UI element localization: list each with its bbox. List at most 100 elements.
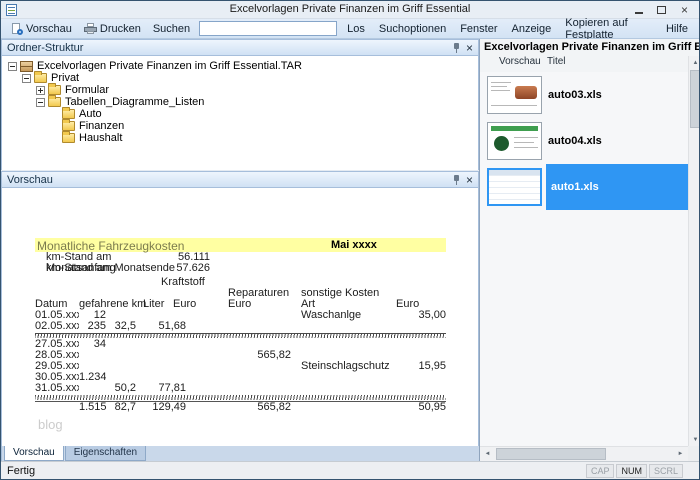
- close-icon: ×: [680, 2, 688, 17]
- tree-item-archive[interactable]: Excelvorlagen Private Finanzen im Griff …: [2, 60, 478, 72]
- statusbar: Fertig CAP NUM SCRL: [1, 461, 699, 479]
- pin-icon[interactable]: [452, 42, 461, 53]
- file-row-auto03[interactable]: auto03.xls: [480, 72, 688, 118]
- tree-item-finanzen[interactable]: Finanzen: [2, 119, 478, 132]
- preview-body: Monatliche Fahrzeugkosten Mai xxxx km-St…: [1, 188, 479, 446]
- tree-item-label: Finanzen: [79, 120, 125, 132]
- anzeige-menu[interactable]: Anzeige: [504, 22, 558, 36]
- search-input[interactable]: [199, 21, 338, 36]
- file-thumbnail[interactable]: [487, 76, 542, 114]
- tree-item-auto[interactable]: Auto: [2, 107, 478, 120]
- km-end-row: km-Stand am Monatsende 57.626: [35, 263, 446, 274]
- squiggle-separator: [35, 333, 446, 338]
- panel-close-icon[interactable]: ×: [466, 174, 473, 186]
- file-name: auto1.xls: [551, 181, 599, 193]
- tree-item-label: Haushalt: [79, 132, 123, 144]
- header-euro-kraftstoff: Euro: [173, 298, 197, 310]
- preview-panel-header: Vorschau ×: [1, 171, 479, 188]
- file-list-column-headers: Vorschau Titel: [480, 56, 699, 72]
- caps-lock-indicator: CAP: [585, 463, 615, 478]
- tab-vorschau[interactable]: Vorschau: [4, 446, 64, 461]
- column-header-titel[interactable]: Titel: [547, 56, 566, 72]
- los-button[interactable]: Los: [340, 22, 372, 36]
- header-liter: Liter: [143, 298, 165, 310]
- file-panel-title: Excelvorlagen Private Finanzen im Griff …: [484, 41, 699, 53]
- horizontal-scroll-track[interactable]: [495, 447, 673, 461]
- maximize-icon: [657, 5, 666, 14]
- column-header-vorschau[interactable]: Vorschau: [499, 56, 547, 72]
- table-row: 27.05.xxxx34: [35, 339, 106, 350]
- table-row: 01.05.xxxx12Waschanlge35,00: [35, 310, 446, 321]
- tab-eigenschaften[interactable]: Eigenschaften: [64, 446, 147, 461]
- toolbar: Vorschau Drucken Suchen Los Suchoptionen…: [1, 16, 699, 42]
- folder-panel-title: Ordner-Struktur: [7, 41, 84, 54]
- folder-icon: [34, 71, 47, 83]
- bottom-tabbar: Vorschau Eigenschaften: [1, 446, 479, 461]
- sheet-banner: Monatliche Fahrzeugkosten Mai xxxx: [35, 238, 446, 253]
- horizontal-scroll-thumb[interactable]: [496, 448, 606, 460]
- num-lock-indicator: NUM: [616, 463, 647, 478]
- close-button[interactable]: ×: [673, 2, 696, 17]
- sheet-month: Mai xxxx: [331, 239, 377, 251]
- drucken-button-label: Drucken: [99, 22, 141, 35]
- vorschau-button[interactable]: Vorschau: [5, 21, 78, 37]
- scroll-left-icon[interactable]: ◄: [480, 447, 495, 461]
- km-end-value: 57.626: [176, 262, 210, 274]
- table-row: 02.05.xxxx23532,551,68: [35, 321, 186, 332]
- preview-panel-title: Vorschau: [7, 173, 53, 186]
- tree-item-label: Formular: [65, 84, 110, 96]
- archive-icon: [20, 60, 33, 72]
- scroll-right-icon[interactable]: ►: [673, 447, 688, 461]
- header-art: Art: [301, 298, 316, 310]
- km-end-label: km-Stand am Monatsende: [46, 262, 176, 274]
- header-gefahrene-km: gefahrene km: [79, 298, 147, 310]
- file-thumbnail[interactable]: [487, 168, 542, 206]
- folder-icon: [62, 131, 75, 143]
- drucken-button[interactable]: Drucken: [78, 21, 147, 37]
- fenster-menu[interactable]: Fenster: [453, 22, 504, 36]
- app-window: Excelvorlagen Private Finanzen im Griff …: [0, 0, 700, 480]
- totals-row: 1.515 82,7 129,49 565,82 50,95: [35, 401, 446, 413]
- vorschau-button-label: Vorschau: [26, 22, 72, 35]
- collapse-expander-icon[interactable]: [8, 61, 17, 71]
- hilfe-menu[interactable]: Hilfe: [659, 22, 695, 36]
- table-row: 28.05.xxxx565,82: [35, 350, 291, 361]
- suchoptionen-menu[interactable]: Suchoptionen: [372, 22, 453, 36]
- tree-item-label: Auto: [79, 108, 102, 120]
- vertical-scroll-thumb[interactable]: [690, 70, 699, 128]
- watermark-text: blog: [38, 417, 63, 432]
- kopieren-menu[interactable]: Kopieren auf Festplatte: [558, 16, 659, 42]
- scrollbar-corner: [688, 446, 699, 461]
- squiggle-separator: [35, 395, 446, 400]
- horizontal-scrollbar[interactable]: ◄ ►: [480, 446, 688, 461]
- tree-item-tabellen[interactable]: Tabellen_Diagramme_Listen: [2, 95, 478, 108]
- sheet-table-totals: 1.515 82,7 129,49 565,82 50,95: [35, 401, 446, 413]
- file-thumbnail[interactable]: [487, 122, 542, 160]
- preview-icon: [11, 22, 23, 35]
- file-name: auto04.xls: [548, 135, 602, 147]
- expand-expander-icon[interactable]: [36, 85, 45, 95]
- folder-panel-header: Ordner-Struktur ×: [1, 39, 479, 56]
- tree-item-haushalt[interactable]: Haushalt: [2, 131, 478, 144]
- vertical-scrollbar[interactable]: ▲ ▼: [688, 56, 699, 446]
- collapse-expander-icon[interactable]: [22, 73, 31, 83]
- folder-tree: Excelvorlagen Private Finanzen im Griff …: [1, 56, 479, 170]
- table-row: 30.05.xxxx1.234: [35, 372, 106, 383]
- header-kraftstoff: Kraftstoff: [161, 276, 205, 288]
- file-row-auto04[interactable]: auto04.xls: [480, 118, 688, 164]
- tree-item-formular[interactable]: Formular: [2, 83, 478, 96]
- pin-icon[interactable]: [452, 174, 461, 185]
- header-euro-sonstige: Euro: [396, 298, 420, 310]
- table-row: 31.05.xxxx50,277,81: [35, 383, 186, 394]
- scroll-down-icon[interactable]: ▼: [689, 433, 699, 446]
- sheet-column-headers: Kraftstoff Reparaturen sonstige Kosten D…: [35, 277, 446, 310]
- tree-item-privat[interactable]: Privat: [2, 71, 478, 84]
- sheet-title: Monatliche Fahrzeugkosten: [37, 239, 185, 253]
- file-row-auto1-selected[interactable]: auto1.xls: [480, 164, 688, 210]
- collapse-expander-icon[interactable]: [36, 97, 45, 107]
- file-panel: Excelvorlagen Private Finanzen im Griff …: [479, 39, 699, 461]
- folder-icon: [62, 107, 75, 119]
- file-name: auto03.xls: [548, 89, 602, 101]
- panel-close-icon[interactable]: ×: [466, 42, 473, 54]
- scroll-up-icon[interactable]: ▲: [689, 56, 699, 69]
